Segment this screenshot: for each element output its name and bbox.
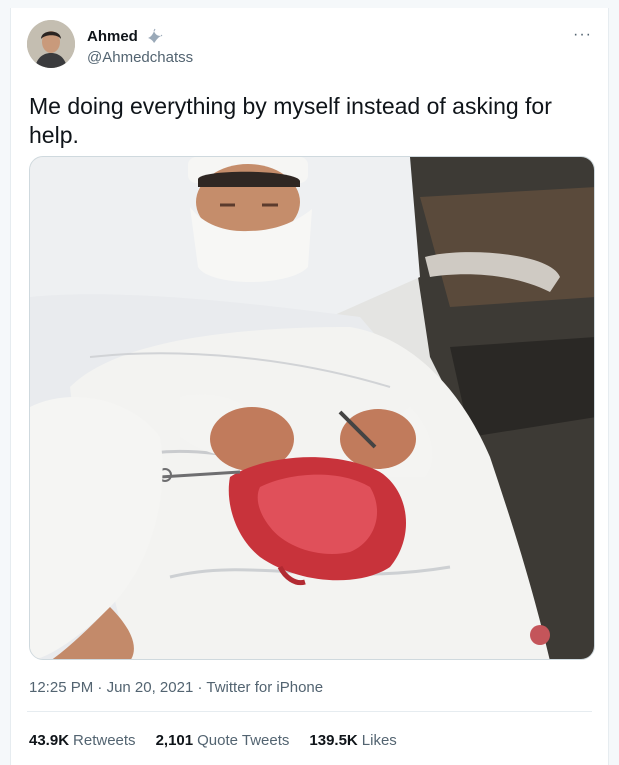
- avatar-photo: [27, 20, 75, 68]
- likes-label: Likes: [361, 732, 397, 749]
- retweets-count: 43.9K: [29, 732, 70, 749]
- meta-separator: ·: [93, 679, 107, 696]
- more-options-icon[interactable]: ···: [573, 26, 592, 44]
- author-name[interactable]: Ahmed: [87, 28, 138, 45]
- author-handle[interactable]: @Ahmedchatss: [87, 49, 193, 66]
- tweet-time[interactable]: 12:25 PM: [29, 679, 93, 696]
- surgery-photo: [30, 157, 594, 659]
- quotes-label: Quote Tweets: [197, 732, 290, 749]
- retweets-stat[interactable]: 43.9K Retweets: [29, 732, 136, 749]
- tweet-photo[interactable]: [29, 156, 595, 660]
- likes-stat[interactable]: 139.5K Likes: [309, 732, 396, 749]
- meta-separator: ·: [193, 679, 207, 696]
- author-avatar[interactable]: [27, 20, 75, 68]
- tweet-card: Ahmed @Ahmedchatss ··· Me doing everythi…: [10, 8, 609, 765]
- tweet-text: Me doing everything by myself instead of…: [29, 93, 552, 148]
- divider: [27, 711, 592, 712]
- tweet-source[interactable]: Twitter for iPhone: [206, 679, 323, 696]
- dove-icon: [148, 28, 163, 43]
- tweet-stats: 43.9K Retweets 2,101 Quote Tweets 139.5K Li…: [29, 732, 397, 749]
- quotes-count: 2,101: [155, 732, 194, 749]
- tweet-date[interactable]: Jun 20, 2021: [107, 679, 194, 696]
- tweet-meta: 12:25 PM · Jun 20, 2021 · Twitter for iP…: [29, 679, 323, 696]
- retweets-label: Retweets: [73, 732, 136, 749]
- likes-count: 139.5K: [309, 732, 358, 749]
- quote-tweets-stat[interactable]: 2,101 Quote Tweets: [156, 732, 290, 749]
